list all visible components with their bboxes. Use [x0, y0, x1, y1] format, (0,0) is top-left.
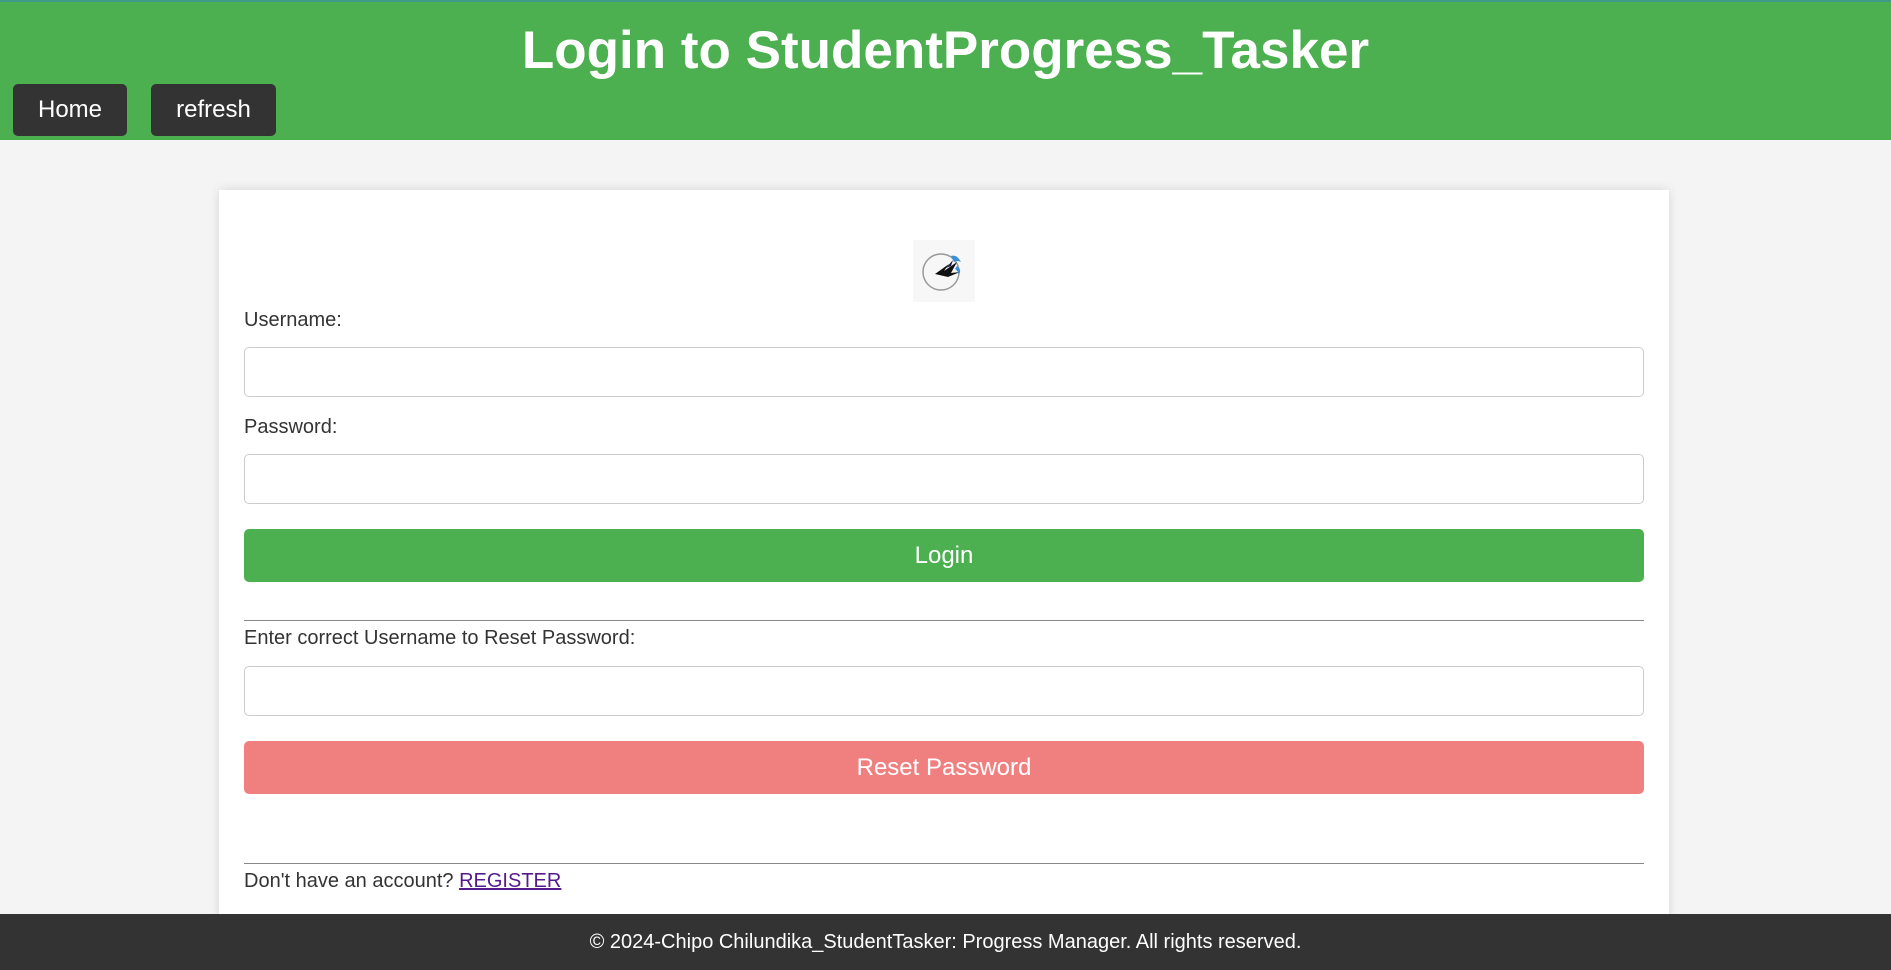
reset-password-button[interactable]: Reset Password	[244, 741, 1644, 794]
username-input[interactable]	[244, 347, 1644, 397]
footer-copyright: © 2024-Chipo Chilundika_StudentTasker: P…	[589, 931, 1302, 953]
register-prompt: Don't have an account? REGISTER	[244, 869, 561, 893]
reset-username-label: Enter correct Username to Reset Password…	[244, 627, 636, 649]
register-prompt-text: Don't have an account?	[244, 870, 460, 892]
password-label: Password:	[244, 416, 338, 438]
username-label: Username:	[244, 309, 342, 331]
password-input[interactable]	[244, 454, 1644, 504]
page-footer: © 2024-Chipo Chilundika_StudentTasker: P…	[0, 914, 1891, 970]
page-title: Login to StudentProgress_Tasker	[521, 21, 1370, 80]
logo-graphic	[922, 253, 961, 291]
page-header: Login to StudentProgress_Tasker Home ref…	[0, 0, 1891, 140]
reset-divider	[244, 620, 1644, 621]
home-button[interactable]: Home	[13, 84, 127, 136]
login-card: Username: Password: Login Enter correct …	[219, 190, 1669, 920]
refresh-button[interactable]: refresh	[151, 84, 276, 136]
register-link[interactable]: REGISTER	[459, 870, 561, 892]
register-divider	[244, 863, 1644, 864]
swallow-bird-logo-icon	[913, 240, 975, 302]
login-button[interactable]: Login	[244, 529, 1644, 582]
reset-username-input[interactable]	[244, 666, 1644, 716]
